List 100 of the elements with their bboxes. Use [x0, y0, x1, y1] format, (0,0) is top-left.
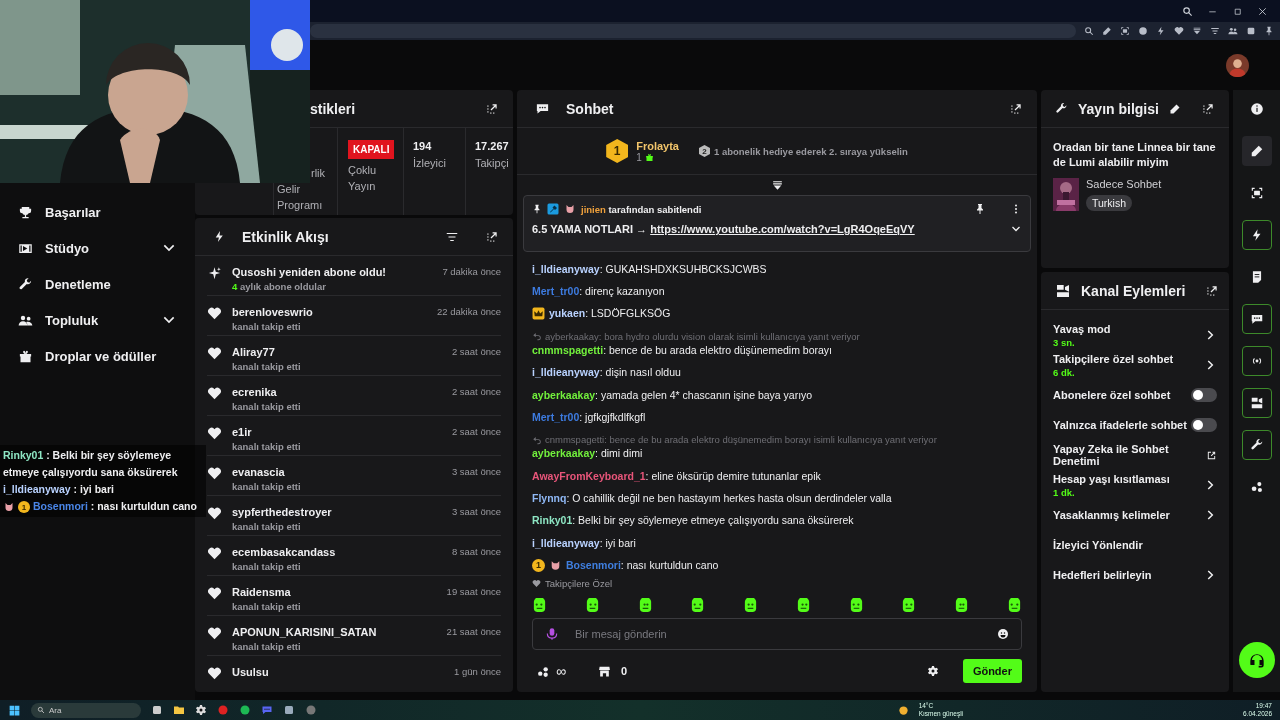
- link[interactable]: https://www.youtube.com/watch?v=LgR4OqeEqVY: [650, 223, 915, 235]
- action-label: Hesap yaşı kısıtlaması: [1053, 472, 1171, 485]
- bolt-icon[interactable]: [1241, 220, 1272, 250]
- chat-message: i_lldieanyway: iyi bari: [532, 536, 636, 550]
- heart-icon: [207, 346, 222, 361]
- message-input[interactable]: Bir mesaj gönderin: [573, 627, 983, 641]
- layout-icon[interactable]: [1241, 388, 1272, 418]
- event-title: Raidensma: [232, 586, 292, 598]
- event-title: ecembasakcandass: [232, 546, 337, 558]
- panel-title: Sohbet: [566, 100, 614, 117]
- search-icon[interactable]: [1182, 5, 1193, 17]
- profile-icon[interactable]: [1228, 26, 1238, 36]
- reply-icon: [532, 331, 542, 342]
- scroll-down-icon[interactable]: [770, 178, 784, 192]
- action-item[interactable]: Takipçilere özel sohbet 6 dk.: [1053, 350, 1217, 380]
- layout-icon: [1055, 282, 1071, 299]
- crown-icon: [532, 307, 545, 321]
- edit-icon[interactable]: [1102, 26, 1112, 36]
- action-value: 3 sn.: [1053, 336, 1076, 348]
- emote-icon[interactable]: [901, 597, 917, 613]
- pencil-icon[interactable]: [1168, 102, 1181, 115]
- action-item[interactable]: Hesap yaşı kısıtlaması 1 dk.: [1053, 470, 1217, 500]
- send-button[interactable]: Gönder: [962, 659, 1022, 683]
- popout-icon[interactable]: [485, 101, 499, 116]
- chat-message: ayberkaakay: dimi dimi: [532, 447, 643, 461]
- sidebar-item[interactable]: Stüdyo: [0, 230, 195, 266]
- popout-icon[interactable]: [1201, 101, 1215, 116]
- stat-label: Çoklu Yayın: [348, 163, 378, 194]
- hammer-icon: [547, 203, 559, 215]
- emote-icon[interactable]: [584, 597, 600, 613]
- sidebar-item[interactable]: Droplar ve ödüller: [0, 338, 195, 374]
- emoji-icon[interactable]: [997, 628, 1009, 640]
- settings-icon[interactable]: [926, 665, 939, 677]
- emote-icon[interactable]: [532, 597, 547, 613]
- action-item[interactable]: Yasaklanmış kelimeler: [1053, 500, 1217, 530]
- tag[interactable]: Turkish: [1086, 195, 1133, 211]
- action-label: Yalnızca ifadelerle sohbet: [1053, 419, 1188, 431]
- leader-name[interactable]: Frolayta: [636, 139, 679, 152]
- support-button[interactable]: [1238, 642, 1275, 678]
- download-icon[interactable]: [1192, 26, 1202, 36]
- avatar[interactable]: [1226, 53, 1249, 77]
- event-time: 2 saat önce: [451, 426, 501, 437]
- action-value: 6 dk.: [1053, 366, 1076, 378]
- event-time: 2 saat önce: [451, 386, 501, 397]
- mic-icon: [545, 627, 559, 641]
- folder-icon[interactable]: [173, 704, 185, 716]
- event-title: e1ir: [232, 426, 253, 438]
- toggle-switch[interactable]: [1191, 418, 1217, 432]
- event-title: Usulsu: [232, 666, 270, 678]
- message-field[interactable]: Bir mesaj gönderin: [532, 618, 1022, 650]
- emote-icon[interactable]: [1006, 597, 1022, 613]
- status-badge: KAPALI: [348, 140, 395, 159]
- action-value: 1 dk.: [1053, 486, 1076, 498]
- emote-icon[interactable]: [954, 597, 970, 613]
- emote-icon[interactable]: [743, 597, 759, 613]
- camera-icon[interactable]: [1120, 26, 1130, 36]
- zoom-icon[interactable]: [1084, 26, 1094, 36]
- list-icon[interactable]: [1210, 26, 1220, 36]
- sidebar-item[interactable]: Topluluk: [0, 302, 195, 338]
- heart-icon[interactable]: [1174, 26, 1184, 36]
- action-item[interactable]: İzleyici Yönlendir: [1053, 530, 1217, 560]
- search-field[interactable]: Ara: [31, 702, 141, 718]
- windows-icon[interactable]: [8, 703, 21, 717]
- chat-message: i_lldieanyway: dişin nasıl olduu: [532, 366, 681, 380]
- category-name[interactable]: Sadece Sohbet: [1086, 178, 1162, 190]
- emote-icon[interactable]: [848, 597, 864, 613]
- close-icon[interactable]: [1257, 5, 1268, 17]
- emote-icon[interactable]: [795, 597, 811, 613]
- pencil-icon[interactable]: [1241, 136, 1272, 166]
- chat-message: i_lldieanyway: GUKAHSHDXKSUHBCKSJCWBS: [532, 262, 767, 276]
- chat-icon: [535, 101, 550, 116]
- event-title: APONUN_KARISINI_SATAN: [232, 626, 378, 638]
- event-detail: 4 aylık abone oldular: [232, 281, 327, 292]
- event-time: 3 saat önce: [451, 506, 501, 517]
- action-item[interactable]: Hedefleri belirleyin: [1053, 560, 1217, 590]
- unpin-icon[interactable]: [974, 203, 986, 215]
- popout-icon[interactable]: [485, 229, 499, 244]
- toggle-switch[interactable]: [1191, 388, 1217, 402]
- action-item[interactable]: Yavaş mod 3 sn.: [1053, 320, 1217, 350]
- popout-icon[interactable]: [1009, 101, 1023, 116]
- emote-icon[interactable]: [637, 597, 653, 613]
- sidebar-item[interactable]: Başarılar: [0, 194, 195, 230]
- chat-message: Rinky01: Belki bir şey söylemeye etmeye çalışıyordu sana öksürerek: [532, 514, 854, 528]
- stream-title: Oradan bir tane Linnea bir tane de Lumi alabilir miyim: [1053, 140, 1217, 170]
- broadcast-icon[interactable]: [1241, 346, 1272, 376]
- wrench-icon[interactable]: [1241, 430, 1272, 460]
- emote-icon[interactable]: [690, 597, 706, 613]
- popout-icon[interactable]: [1205, 283, 1220, 298]
- chat-app-icon[interactable]: [261, 704, 273, 716]
- event-title: Aliray77: [232, 346, 276, 358]
- heart-icon: [207, 506, 222, 521]
- action-label: Hedefleri belirleyin: [1053, 569, 1153, 581]
- chat-icon[interactable]: [1241, 304, 1272, 334]
- action-item[interactable]: Yapay Zeka ile Sohbet Denetimi: [1053, 440, 1217, 470]
- sidebar-item[interactable]: Denetleme: [0, 266, 195, 302]
- event-title: Qusoshi yeniden abone oldu!: [232, 266, 387, 278]
- app-icon[interactable]: [195, 704, 207, 716]
- task-view-icon[interactable]: [151, 704, 163, 716]
- store-icon[interactable]: [598, 664, 611, 678]
- event-time: 21 saat önce: [446, 626, 501, 637]
